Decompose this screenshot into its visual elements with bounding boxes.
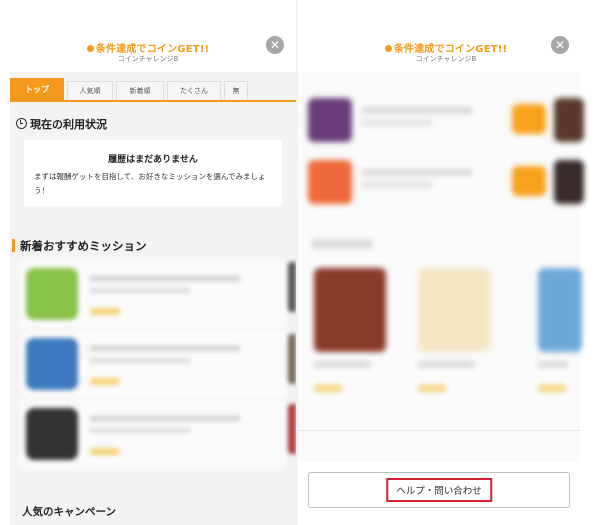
clock-icon (16, 118, 27, 129)
tab-more[interactable]: 無 (224, 81, 248, 100)
campaign-tile[interactable] (538, 268, 594, 408)
tab-top[interactable]: トップ (10, 78, 64, 100)
popup-header: 条件達成でコインGET!! コインチャレンジB ✕ (0, 0, 296, 72)
tab-new[interactable]: 新着順 (116, 81, 164, 100)
mission-thumbnail (26, 408, 78, 460)
help-contact-label: ヘルプ・問い合わせ (386, 478, 492, 502)
popup-title: 条件達成でコインGET!! (0, 40, 296, 55)
list-item[interactable] (20, 400, 286, 470)
help-contact-button[interactable]: ヘルプ・問い合わせ (308, 472, 570, 508)
mission-list (20, 260, 286, 470)
popup-subtitle: コインチャレンジB (415, 55, 477, 63)
campaign-heading: 人気のキャンペーン (22, 506, 116, 518)
left-screen: 条件達成でコインGET!! コインチャレンジB ✕ トップ 人気順 新着順 たく… (0, 0, 296, 525)
campaign-tile[interactable] (314, 268, 394, 408)
list-item[interactable] (298, 94, 584, 146)
right-content (298, 72, 584, 462)
heading-accent-bar (12, 239, 15, 252)
right-screen: 条件達成でコインGET!! コインチャレンジB ✕ ヘルプ・問い合わせ (298, 0, 594, 525)
left-content: トップ 人気順 新着順 たくさん 無 現在の利用状況 履歴はまだありません まず… (10, 72, 296, 525)
mission-thumbnail (26, 338, 78, 390)
status-card-text: まずは報酬ゲットを目指して、お好きなミッションを選んでみましょう！ (34, 172, 266, 195)
coin-icon (384, 45, 392, 52)
popup-title: 条件達成でコインGET!! (298, 40, 594, 55)
list-item[interactable] (20, 330, 286, 400)
campaign-tile[interactable] (418, 268, 498, 408)
tab-many[interactable]: たくさん (167, 81, 221, 100)
popup-header: 条件達成でコインGET!! コインチャレンジB ✕ (298, 0, 594, 72)
list-item[interactable] (20, 260, 286, 330)
status-card-title: 履歴はまだありません (108, 155, 198, 165)
list-item[interactable] (298, 156, 584, 208)
coin-icon (86, 45, 94, 52)
close-icon[interactable]: ✕ (266, 36, 284, 54)
status-heading: 現在の利用状況 (16, 116, 107, 132)
mission-thumbnail (26, 268, 78, 320)
close-icon[interactable]: ✕ (551, 36, 569, 54)
missions-heading: 新着おすすめミッション (12, 238, 147, 254)
tab-popular[interactable]: 人気順 (67, 81, 113, 100)
popup-subtitle: コインチャレンジB (117, 55, 179, 63)
status-card: 履歴はまだありません まずは報酬ゲットを目指して、お好きなミッションを選んでみま… (24, 140, 282, 206)
tab-bar: トップ 人気順 新着順 たくさん 無 (10, 78, 296, 102)
